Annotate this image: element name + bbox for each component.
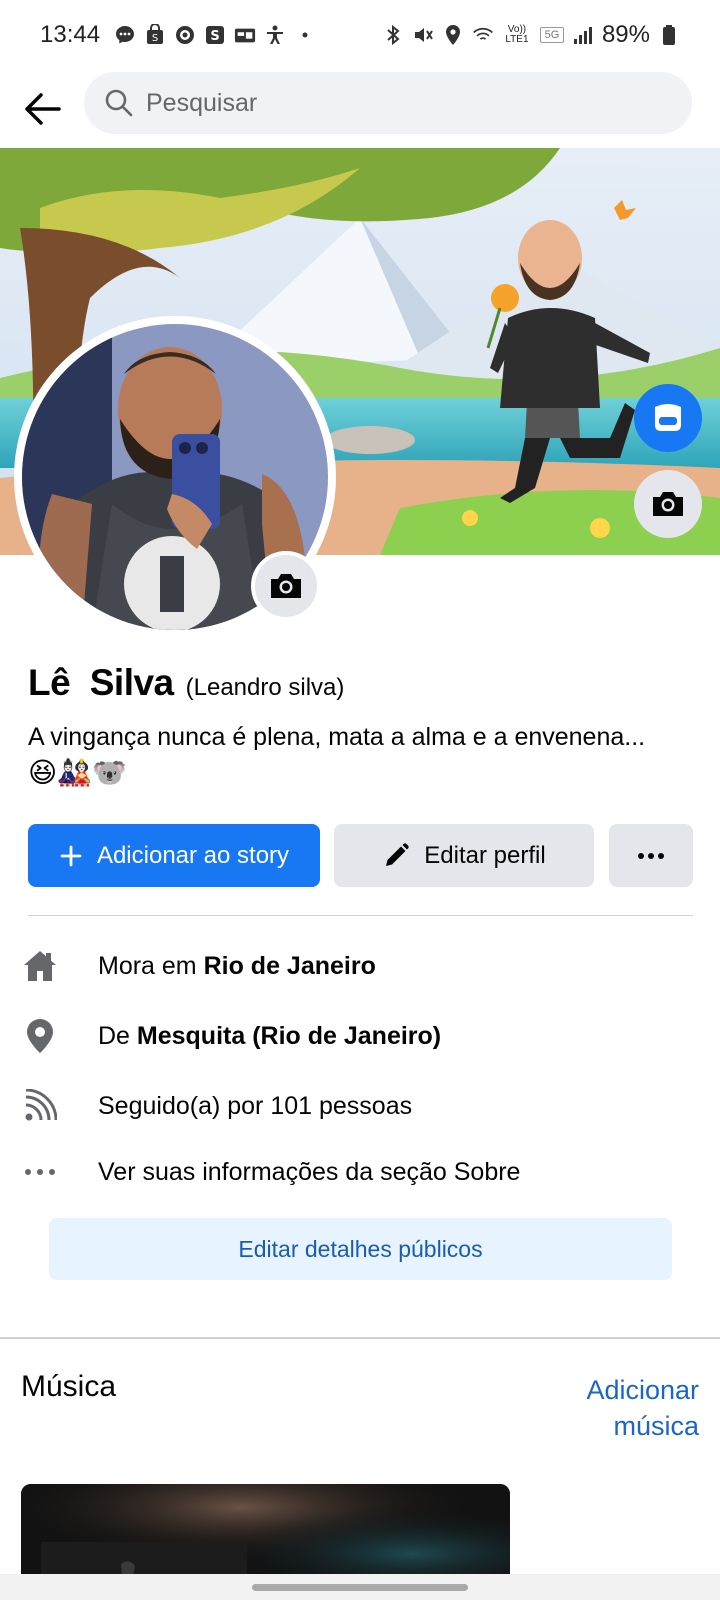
detail-from: De Mesquita (Rio de Janeiro) xyxy=(20,1016,441,1056)
s-app-icon: S xyxy=(204,24,226,46)
messenger-icon xyxy=(114,24,136,46)
location-pin-icon xyxy=(20,1016,60,1056)
search-placeholder: Pesquisar xyxy=(146,88,258,117)
rss-feed-icon xyxy=(20,1086,60,1126)
add-music-link[interactable]: Adicionar música xyxy=(499,1372,699,1444)
bio-text: A vingança nunca é plena, mata a alma e … xyxy=(28,723,646,751)
more-options-button[interactable] xyxy=(609,824,693,887)
steering-wheel-icon xyxy=(174,24,196,46)
svg-text:S: S xyxy=(152,33,158,44)
dot-icon xyxy=(294,24,316,46)
camera-icon xyxy=(271,574,301,598)
bluetooth-icon xyxy=(382,24,404,46)
about-text: Ver suas informações da seção Sobre xyxy=(98,1157,521,1186)
add-to-story-button[interactable]: Adicionar ao story xyxy=(28,824,320,887)
add-to-story-label: Adicionar ao story xyxy=(96,841,290,869)
signal-icon xyxy=(572,24,594,46)
music-section-title: Música xyxy=(21,1370,117,1403)
edit-profile-label: Editar perfil xyxy=(424,841,546,869)
add-music-line1: Adicionar xyxy=(586,1375,699,1405)
top-bar: Pesquisar xyxy=(0,70,720,148)
from-text: De Mesquita (Rio de Janeiro) xyxy=(98,1022,441,1051)
status-left: 13:44 S S xyxy=(40,21,316,49)
detail-followers[interactable]: Seguido(a) por 101 pessoas xyxy=(20,1086,412,1126)
from-prefix: De xyxy=(98,1021,137,1050)
status-right: Vo)) LTE1 5G 89% xyxy=(382,21,680,49)
camera-icon xyxy=(653,492,683,516)
status-bar: 13:44 S S Vo)) LTE1 5G 89% xyxy=(0,0,720,70)
location-icon xyxy=(442,24,464,46)
from-city[interactable]: Mesquita (Rio de Janeiro) xyxy=(137,1022,441,1050)
avatar-button[interactable] xyxy=(634,384,702,452)
followers-text: Seguido(a) por 101 pessoas xyxy=(98,1091,413,1120)
alternate-name: (Leandro silva) xyxy=(185,674,345,701)
home-icon xyxy=(20,946,60,986)
wifi-icon xyxy=(472,24,494,46)
back-button[interactable] xyxy=(20,87,64,131)
back-arrow-icon xyxy=(25,93,61,125)
edit-public-details-button[interactable]: Editar detalhes públicos xyxy=(49,1218,672,1280)
shop-icon: S xyxy=(144,24,166,46)
battery-level: 89% xyxy=(601,21,650,48)
svg-text:S: S xyxy=(210,29,219,44)
profile-camera-button[interactable] xyxy=(251,551,321,621)
lives-in-text: Mora em Rio de Janeiro xyxy=(98,952,376,981)
clock: 13:44 xyxy=(40,21,101,48)
edit-profile-button[interactable]: Editar perfil xyxy=(334,824,594,887)
battery-icon xyxy=(658,24,680,46)
more-dots-icon xyxy=(638,852,664,859)
lives-in-city[interactable]: Rio de Janeiro xyxy=(204,952,376,980)
system-nav-bar xyxy=(0,1574,720,1600)
more-horizontal-icon xyxy=(20,1152,60,1192)
divider xyxy=(28,915,693,916)
profile-bio: A vingança nunca é plena, mata a alma e … xyxy=(28,719,698,791)
detail-about[interactable]: Ver suas informações da seção Sobre xyxy=(20,1152,520,1192)
plus-icon xyxy=(60,845,82,866)
volte-icon: Vo)) LTE1 xyxy=(505,24,529,45)
search-icon xyxy=(105,89,133,117)
5g-icon: 5G xyxy=(539,27,564,43)
mute-icon xyxy=(412,24,434,46)
pencil-icon xyxy=(386,842,409,866)
add-music-line2: música xyxy=(613,1411,699,1441)
avatar-icon xyxy=(655,404,681,431)
search-input[interactable]: Pesquisar xyxy=(84,72,692,134)
accessibility-icon xyxy=(264,24,286,46)
section-separator xyxy=(0,1337,720,1339)
profile-name: Lê Silva (Leandro silva) xyxy=(28,662,344,704)
home-gesture-handle[interactable] xyxy=(252,1584,468,1591)
cover-camera-button[interactable] xyxy=(634,470,702,538)
display-name: Lê Silva xyxy=(28,662,174,703)
bio-emoji: 😆🎎🐨 xyxy=(28,757,127,788)
wallet-icon xyxy=(234,24,256,46)
lives-in-prefix: Mora em xyxy=(98,951,204,980)
detail-lives-in: Mora em Rio de Janeiro xyxy=(20,946,376,986)
